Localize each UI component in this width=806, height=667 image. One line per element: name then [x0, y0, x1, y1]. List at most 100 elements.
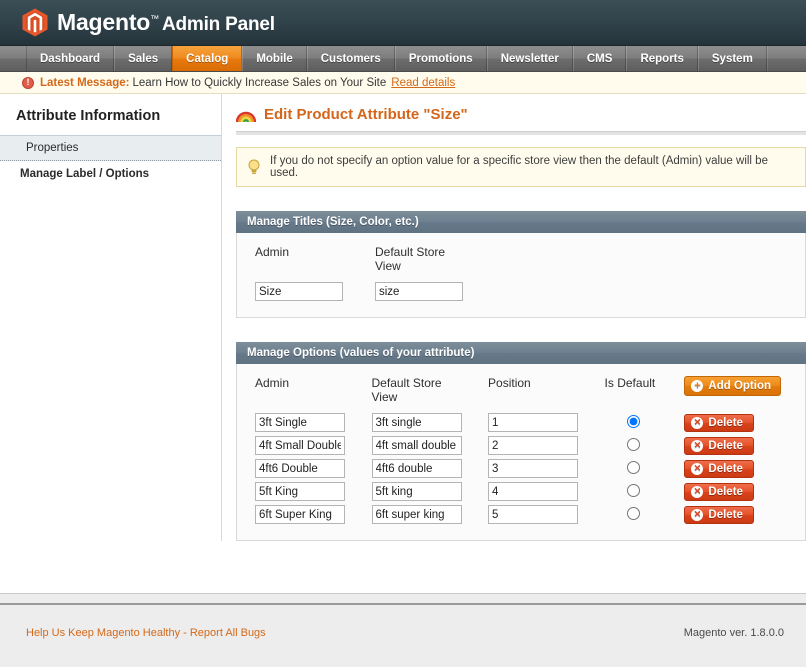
title-admin-input[interactable]: [255, 282, 343, 301]
delete-circle-icon: ✕: [691, 440, 703, 452]
page-title: Edit Product Attribute "Size": [264, 106, 468, 123]
options-col-admin: Admin: [247, 376, 364, 411]
logo-title: Magento™Admin Panel: [57, 9, 275, 36]
option-admin-cell: [247, 480, 364, 503]
option-position-input[interactable]: [488, 505, 578, 524]
nav-item-sales[interactable]: Sales: [114, 46, 172, 71]
option-admin-input[interactable]: [255, 459, 345, 478]
add-option-label: Add Option: [708, 380, 771, 392]
logo-subtitle: Admin Panel: [162, 14, 275, 35]
message-label: Latest Message:: [40, 77, 129, 89]
titles-col-admin: Admin: [247, 245, 367, 280]
main-content: Edit Product Attribute "Size" If you do …: [222, 94, 806, 541]
options-col-store-view: Default Store View: [364, 376, 481, 411]
option-row: ✕ Delete: [247, 480, 795, 503]
nav-item-mobile[interactable]: Mobile: [242, 46, 306, 71]
report-bugs-link[interactable]: Help Us Keep Magento Healthy - Report Al…: [26, 627, 266, 639]
attribute-information-sidebar: Attribute Information PropertiesManage L…: [0, 94, 222, 541]
option-store-view-cell: [364, 411, 481, 434]
nav-item-cms[interactable]: CMS: [573, 46, 627, 71]
delete-option-button[interactable]: ✕Delete: [684, 437, 754, 455]
option-is-default-radio[interactable]: [627, 461, 640, 474]
delete-option-button[interactable]: ✕ Delete: [684, 483, 754, 501]
option-position-input[interactable]: [488, 436, 578, 455]
manage-titles-body: Admin Default Store View: [236, 233, 806, 318]
option-store-view-cell: [364, 457, 481, 480]
option-is-default-radio[interactable]: [627, 415, 640, 428]
info-notice: If you do not specify an option value fo…: [236, 147, 806, 187]
nav-item-promotions[interactable]: Promotions: [395, 46, 487, 71]
nav-item-catalog[interactable]: Catalog: [172, 46, 242, 71]
delete-option-label: Delete: [708, 509, 743, 521]
nav-item-newsletter[interactable]: Newsletter: [487, 46, 573, 71]
option-actions-cell: ✕Delete: [676, 457, 795, 480]
notice-text: If you do not specify an option value fo…: [270, 155, 795, 179]
nav-item-reports[interactable]: Reports: [626, 46, 697, 71]
option-is-default-cell: [597, 503, 677, 526]
option-actions-cell: ✕Delete: [676, 434, 795, 457]
titles-col-store-view: Default Store View: [367, 245, 487, 280]
option-store-view-cell: [364, 434, 481, 457]
titles-value-row: [247, 280, 487, 303]
sidebar-item-manage-label-options[interactable]: Manage Label / Options: [0, 161, 221, 186]
manage-titles-heading: Manage Titles (Size, Color, etc.): [236, 211, 806, 233]
option-is-default-cell: [597, 411, 677, 434]
option-actions-cell: ✕ Delete: [676, 503, 795, 526]
logo-trademark: ™: [150, 13, 159, 23]
option-actions-cell: ✕ Delete: [676, 480, 795, 503]
delete-option-label: Delete: [708, 486, 743, 498]
option-store-view-input[interactable]: [372, 482, 462, 501]
option-is-default-radio[interactable]: [627, 507, 640, 520]
page-title-row: Edit Product Attribute "Size": [236, 106, 806, 131]
magento-hexagon-logo-icon: [22, 8, 48, 37]
option-admin-input[interactable]: [255, 436, 345, 455]
option-admin-cell: [247, 503, 364, 526]
option-store-view-input[interactable]: [372, 505, 462, 524]
option-position-cell: [480, 411, 597, 434]
read-details-link[interactable]: Read details: [391, 77, 455, 89]
delete-option-button[interactable]: ✕ Delete: [684, 506, 754, 524]
option-admin-cell: [247, 411, 364, 434]
option-store-view-input[interactable]: [372, 436, 462, 455]
option-store-view-input[interactable]: [372, 413, 462, 432]
option-is-default-radio[interactable]: [627, 484, 640, 497]
option-is-default-cell: [597, 434, 677, 457]
page-footer: Help Us Keep Magento Healthy - Report Al…: [0, 593, 806, 667]
options-col-position: Position: [480, 376, 597, 411]
manage-options-table: Admin Default Store View Position Is Def…: [247, 376, 795, 526]
delete-option-button[interactable]: ✕Delete: [684, 414, 754, 432]
logo-brand: Magento: [57, 9, 150, 35]
options-col-is-default: Is Default: [597, 376, 677, 411]
nav-item-system[interactable]: System: [698, 46, 767, 71]
manage-titles-table: Admin Default Store View: [247, 245, 487, 303]
sidebar-item-properties[interactable]: Properties: [0, 135, 221, 161]
option-position-cell: [480, 503, 597, 526]
option-admin-input[interactable]: [255, 505, 345, 524]
title-store-view-input[interactable]: [375, 282, 463, 301]
delete-option-button[interactable]: ✕Delete: [684, 460, 754, 478]
manage-titles-panel: Manage Titles (Size, Color, etc.) Admin …: [236, 211, 806, 318]
option-position-input[interactable]: [488, 482, 578, 501]
option-position-input[interactable]: [488, 459, 578, 478]
delete-circle-icon: ✕: [691, 486, 703, 498]
latest-message-bar: ! Latest Message: Learn How to Quickly I…: [0, 72, 806, 94]
option-admin-input[interactable]: [255, 482, 345, 501]
add-option-button[interactable]: + Add Option: [684, 376, 781, 396]
content-spacer: [0, 541, 806, 593]
option-position-input[interactable]: [488, 413, 578, 432]
option-is-default-cell: [597, 457, 677, 480]
manage-options-panel: Manage Options (values of your attribute…: [236, 342, 806, 541]
option-is-default-radio[interactable]: [627, 438, 640, 451]
alert-circle-icon: !: [22, 77, 34, 89]
option-store-view-input[interactable]: [372, 459, 462, 478]
titles-admin-cell: [247, 280, 367, 303]
nav-item-customers[interactable]: Customers: [307, 46, 395, 71]
option-store-view-cell: [364, 503, 481, 526]
option-row: ✕ Delete: [247, 503, 795, 526]
option-row: ✕Delete: [247, 434, 795, 457]
delete-circle-icon: ✕: [691, 509, 703, 521]
titles-store-view-cell: [367, 280, 487, 303]
nav-item-dashboard[interactable]: Dashboard: [26, 46, 114, 71]
logo-area[interactable]: Magento™Admin Panel: [22, 8, 275, 37]
option-admin-input[interactable]: [255, 413, 345, 432]
